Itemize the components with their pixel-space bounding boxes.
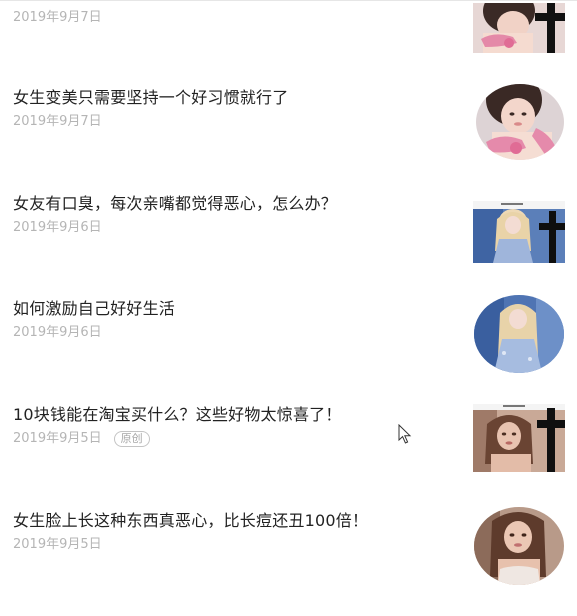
- article-thumbnail[interactable]: [473, 3, 565, 53]
- article-meta: 2019年9月7日: [13, 113, 102, 131]
- article-item[interactable]: 女生脸上长这种东西真恶心，比长痘还丑100倍！ 2019年9月5日: [0, 507, 577, 616]
- article-meta: 2019年9月5日: [13, 536, 102, 554]
- article-thumbnail[interactable]: [474, 507, 564, 585]
- article-date: 2019年9月7日: [13, 114, 102, 129]
- article-date: 2019年9月6日: [13, 325, 102, 340]
- arrow-cursor-icon: [398, 424, 412, 444]
- thumbnail-image: [476, 84, 564, 160]
- article-item[interactable]: 10块钱能在淘宝买什么？这些好物太惊喜了！ 2019年9月5日 原创: [0, 404, 577, 510]
- article-meta: 2019年9月6日: [13, 219, 102, 237]
- article-meta: 2019年9月5日 原创: [13, 430, 150, 448]
- thumbnail-image: [473, 201, 565, 263]
- article-item[interactable]: 2019年9月7日: [0, 0, 577, 53]
- article-meta: 2019年9月7日: [13, 9, 102, 27]
- article-title[interactable]: 女友有口臭，每次亲嘴都觉得恶心，怎么办？: [13, 193, 337, 215]
- thumbnail-image: [473, 404, 565, 472]
- article-item[interactable]: 女友有口臭，每次亲嘴都觉得恶心，怎么办？ 2019年9月6日: [0, 193, 577, 299]
- article-item[interactable]: 女生变美只需要坚持一个好习惯就行了 2019年9月7日: [0, 84, 577, 193]
- article-title[interactable]: 女生脸上长这种东西真恶心，比长痘还丑100倍！: [13, 510, 368, 532]
- thumbnail-image: [474, 507, 564, 585]
- article-title[interactable]: 10块钱能在淘宝买什么？这些好物太惊喜了！: [13, 404, 342, 426]
- article-date: 2019年9月5日: [13, 537, 102, 552]
- article-thumbnail[interactable]: [473, 201, 565, 263]
- article-date: 2019年9月5日: [13, 431, 102, 446]
- article-item[interactable]: 如何激励自己好好生活 2019年9月6日: [0, 295, 577, 404]
- article-thumbnail[interactable]: [473, 404, 565, 472]
- article-meta: 2019年9月6日: [13, 324, 102, 342]
- article-thumbnail[interactable]: [476, 84, 564, 160]
- article-date: 2019年9月6日: [13, 220, 102, 235]
- article-title[interactable]: 如何激励自己好好生活: [13, 298, 175, 320]
- article-thumbnail[interactable]: [474, 295, 564, 373]
- article-date: 2019年9月7日: [13, 10, 102, 25]
- article-feed: 2019年9月7日 女生变美只需要坚持一个好习惯就行了 2019年9月7日 女友…: [0, 0, 577, 592]
- thumbnail-image: [474, 295, 564, 373]
- article-title[interactable]: 女生变美只需要坚持一个好习惯就行了: [13, 87, 288, 109]
- original-badge: 原创: [113, 431, 150, 447]
- thumbnail-image: [473, 3, 565, 53]
